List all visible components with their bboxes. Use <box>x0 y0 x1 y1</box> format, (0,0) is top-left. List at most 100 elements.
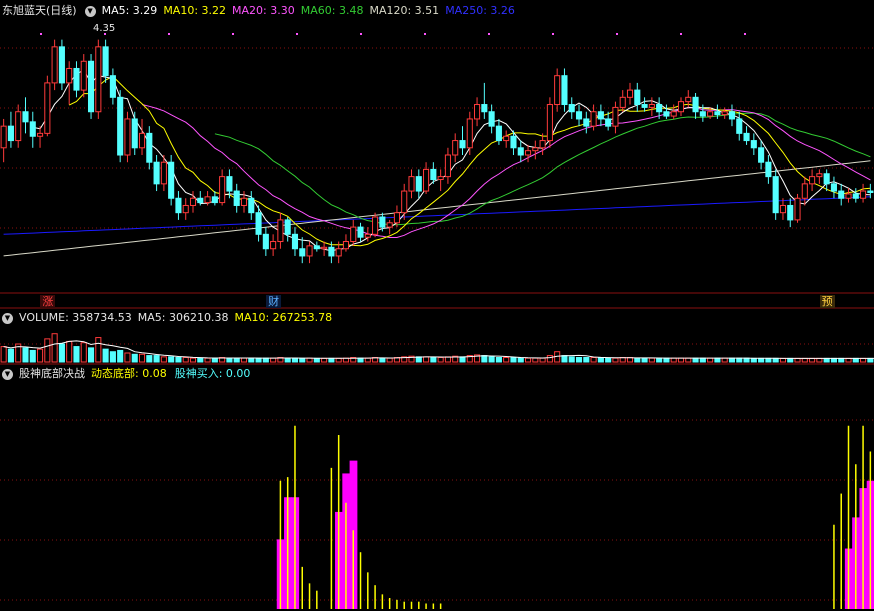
volume-bar <box>175 357 182 363</box>
candle-body <box>211 196 218 204</box>
volume-bar <box>357 357 364 363</box>
volume-bar <box>299 357 306 363</box>
candle-body <box>692 96 699 113</box>
marker-dot-5 <box>360 33 362 35</box>
candle-body <box>408 176 415 192</box>
candle-body <box>277 219 284 243</box>
candle-body <box>430 168 437 181</box>
volume-bar <box>87 347 95 363</box>
volume-bar <box>160 356 167 363</box>
chevron-down-icon[interactable]: ▼ <box>2 312 13 324</box>
candle-body <box>765 161 772 178</box>
event-mark-2[interactable]: 预 <box>819 295 835 308</box>
candle-body <box>313 245 320 250</box>
stock-chart[interactable] <box>0 0 874 611</box>
volume-bar <box>270 357 277 363</box>
ma250-line <box>3 196 871 235</box>
volume-bar <box>284 357 291 363</box>
candle-body <box>364 233 371 238</box>
volume-bar <box>656 357 663 363</box>
marker-dot-3 <box>232 33 234 35</box>
volume-bar <box>779 357 787 363</box>
chevron-down-icon[interactable]: ▼ <box>84 5 96 17</box>
marker-dot-9 <box>616 33 618 35</box>
volume-bar <box>386 357 393 363</box>
candle-body <box>561 75 568 106</box>
indicator-panel-header: ▼ 股神底部决战 动态底部: 0.08 股神买入: 0.00 <box>0 366 250 382</box>
volume-bar <box>648 357 655 363</box>
volume-bar <box>7 348 14 363</box>
candle-body <box>707 111 714 117</box>
volume-bar <box>692 357 699 363</box>
marker-dot-10 <box>680 33 682 35</box>
volume-bar <box>838 357 845 363</box>
volume-bar <box>37 348 44 363</box>
volume-bar <box>736 357 743 363</box>
chevron-down-icon[interactable]: ▼ <box>2 368 13 380</box>
volume-bar <box>459 356 466 363</box>
volume-bar <box>423 356 430 363</box>
candle-body <box>15 111 22 142</box>
candle-body <box>102 46 109 77</box>
candle-body <box>750 140 757 149</box>
candle-body <box>357 226 364 238</box>
candle-body <box>590 111 597 127</box>
volume-bar <box>73 346 80 363</box>
candle-body <box>306 245 313 257</box>
marker-dot-7 <box>488 33 490 35</box>
volume-bar <box>809 357 816 363</box>
volume-bar <box>568 356 575 363</box>
candle-body <box>22 111 29 123</box>
candle-body <box>255 212 262 235</box>
candle-body <box>160 161 167 185</box>
candle-body <box>546 104 553 142</box>
candle-body <box>554 75 561 106</box>
indicator-label-0: 动态底部: 0.08 <box>91 367 167 380</box>
candle-body <box>481 104 488 113</box>
volume-bar <box>670 357 677 363</box>
candle-body <box>189 197 197 206</box>
volume-bar <box>430 357 437 363</box>
volume-bar <box>168 356 175 363</box>
candle-body <box>495 125 502 142</box>
volume-bar <box>233 357 240 363</box>
ma-label-3: MA60: 3.48 <box>300 4 364 17</box>
marker-dot-8 <box>552 33 554 35</box>
candle-body <box>583 118 590 127</box>
volume-bar <box>524 357 532 363</box>
volume-bar <box>495 357 502 363</box>
candle-body <box>415 176 422 192</box>
volume-bar <box>765 357 772 363</box>
candle-body <box>444 154 451 178</box>
candle-body <box>794 197 801 221</box>
candle-body <box>379 216 386 228</box>
candle-body <box>372 216 379 235</box>
candle-body <box>670 111 677 117</box>
volume-bar <box>546 355 553 363</box>
marker-dot-6 <box>424 33 426 35</box>
candle-body <box>138 132 146 149</box>
indicator-title: 股神底部决战 <box>19 367 85 380</box>
candle-body <box>641 104 648 108</box>
ma10-line <box>68 75 871 247</box>
high-price-label: 4.35 <box>93 23 116 34</box>
volume-bar <box>816 357 823 363</box>
volume-bar <box>335 357 342 363</box>
volume-bar <box>102 348 109 363</box>
candle-body <box>809 176 816 185</box>
volume-bar <box>124 352 131 363</box>
candle-body <box>270 241 277 250</box>
candle-body <box>44 82 51 134</box>
volume-bar <box>364 357 371 363</box>
candle-body <box>233 190 240 206</box>
candle-body <box>291 233 299 250</box>
candle-body <box>459 140 466 149</box>
event-mark-1[interactable]: 财 <box>266 295 282 308</box>
volume-bar <box>328 357 335 363</box>
volume-bar <box>699 357 706 363</box>
candle-body <box>721 111 728 116</box>
volume-bar <box>444 356 451 363</box>
event-mark-0[interactable]: 涨 <box>40 295 56 308</box>
candle-body <box>168 161 175 199</box>
candle-body <box>612 106 619 127</box>
